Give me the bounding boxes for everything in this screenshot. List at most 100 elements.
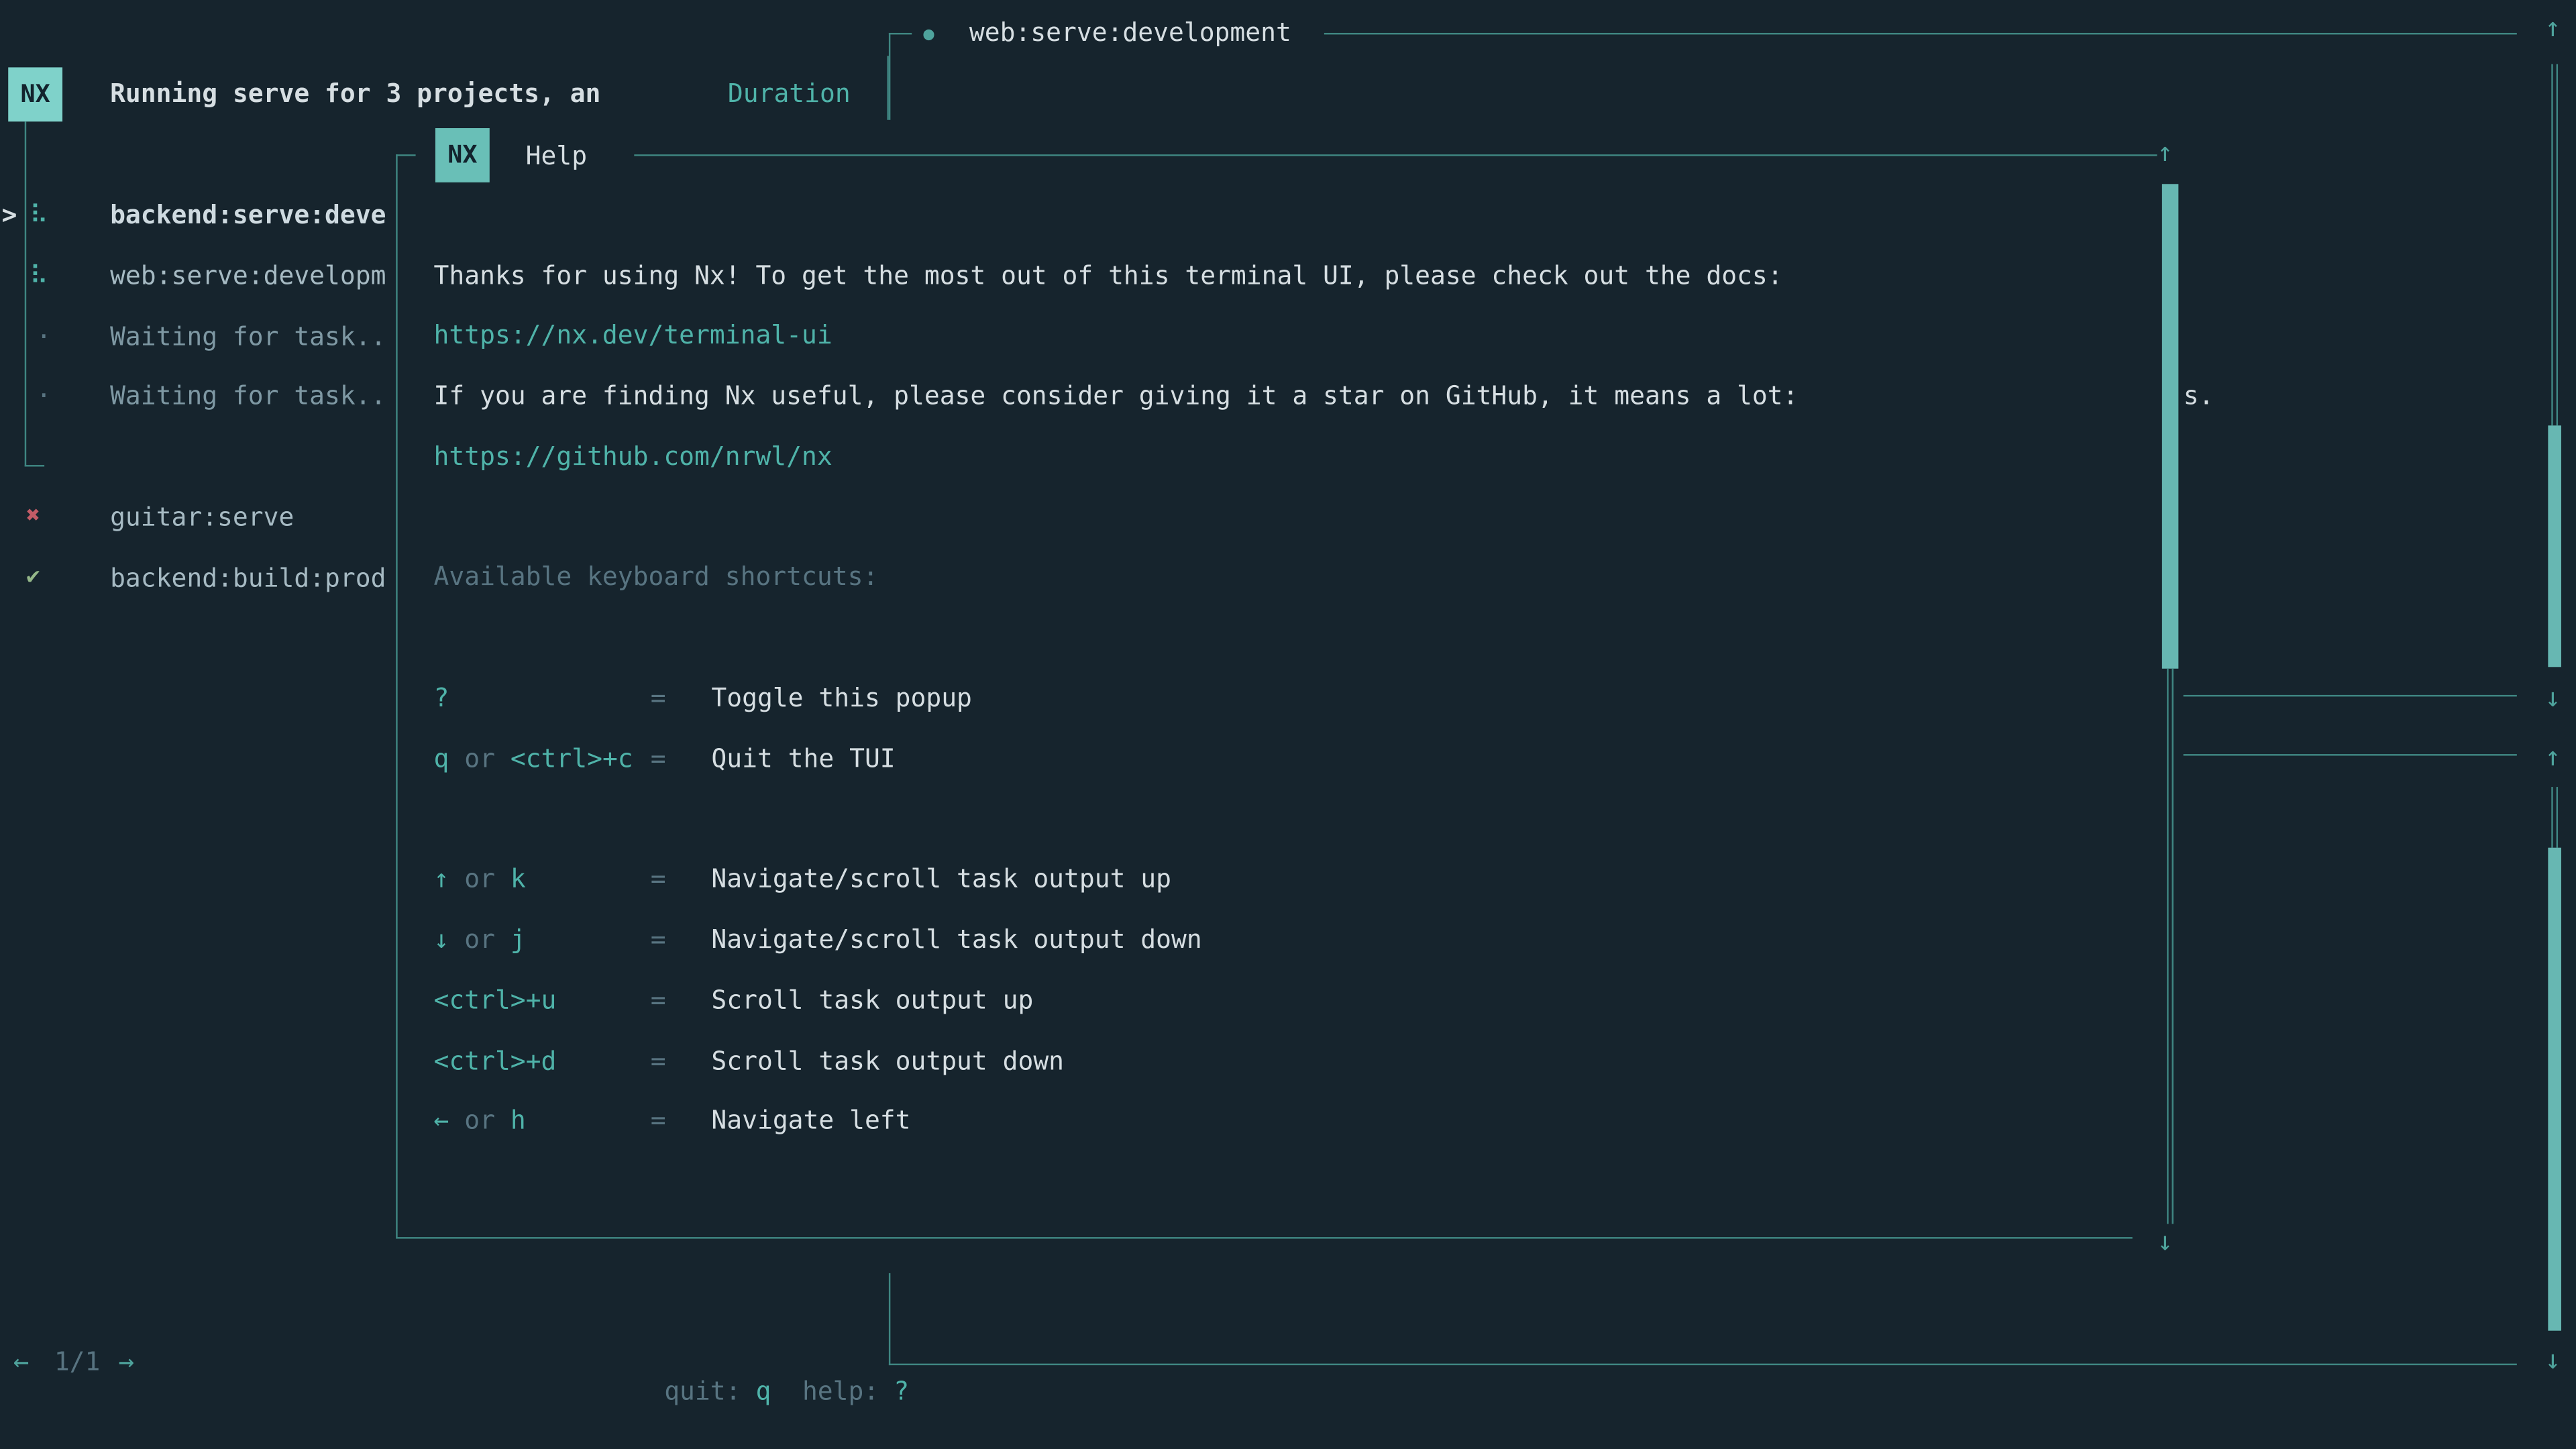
task-label: Waiting for task.. [110, 381, 386, 411]
shortcut-description: Scroll task output up [711, 985, 1033, 1015]
top-pane-scroll-up-icon[interactable]: ↑ [2544, 13, 2561, 43]
popup-scrollbar-thumb[interactable] [2162, 184, 2178, 668]
popup-nx-logo: NX [435, 128, 490, 182]
pane-title-stub [889, 33, 912, 34]
task-row[interactable]: ✖ guitar:serve [0, 502, 394, 532]
task-row[interactable]: ✔ backend:build:prod [0, 564, 394, 593]
popup-scroll-up-icon[interactable]: ↑ [2157, 138, 2174, 168]
shortcut-key: ↑ [434, 864, 449, 894]
task-row[interactable]: · Waiting for task.. [0, 322, 394, 352]
task-label: guitar:serve [110, 502, 294, 532]
page-title: Running serve for 3 projects, an [110, 79, 600, 109]
top-pane-scroll-down-icon[interactable]: ↓ [2544, 684, 2561, 713]
pane-divider-lower [2184, 754, 2517, 755]
spinner-icon: ⠧ [30, 261, 48, 290]
task-group-border [25, 121, 26, 466]
pending-dot-icon: · [36, 322, 52, 352]
page-next-icon[interactable]: → [118, 1347, 134, 1377]
pane-divider-upper [2184, 695, 2517, 696]
duration-column-header: Duration [728, 79, 851, 109]
shortcut-description: Navigate/scroll task output down [711, 925, 1201, 955]
task-label: Waiting for task.. [110, 322, 386, 352]
equals-sign: = [651, 684, 666, 713]
equals-sign: = [651, 985, 666, 1015]
shortcut-description: Scroll task output down [711, 1046, 1064, 1076]
shortcuts-heading: Available keyboard shortcuts: [434, 562, 879, 592]
running-bullet-icon: ● [923, 19, 934, 49]
spinner-icon: ⠧ [30, 201, 48, 230]
shortcut-key: h [511, 1106, 526, 1135]
equals-sign: = [651, 744, 666, 773]
statusbar-hints: quit: q help:? [603, 1347, 909, 1436]
equals-sign: = [651, 1046, 666, 1076]
popup-intro-docs: Thanks for using Nx! To get the most out… [434, 261, 1783, 290]
help-key: ? [894, 1377, 909, 1406]
task-label: backend:serve:deve [110, 201, 386, 230]
task-group-border-corner [25, 465, 44, 466]
task-row[interactable]: ⠧ web:serve:developm [0, 261, 394, 290]
shortcut-description: Quit the TUI [711, 744, 895, 773]
popup-scroll-down-icon[interactable]: ↓ [2157, 1227, 2174, 1256]
bottom-pane-scroll-down-icon[interactable]: ↓ [2544, 1346, 2561, 1375]
bottom-pane-scroll-up-icon[interactable]: ↑ [2544, 743, 2561, 772]
popup-top-stub [396, 154, 415, 156]
shortcut-row: <ctrl>+d = Scroll task output down [434, 1046, 1781, 1076]
popup-left-border [396, 154, 397, 1238]
pane-left-border-top [889, 33, 890, 120]
shortcut-key: ? [434, 684, 449, 713]
shortcut-key: <ctrl>+c [511, 744, 633, 773]
shortcut-key: ↓ [434, 925, 449, 955]
clipped-output-text: s. [2184, 381, 2214, 411]
quit-hint-label: quit: [664, 1377, 741, 1406]
popup-scrollbar-track[interactable] [2167, 669, 2174, 1224]
shortcut-row: ↑ or k = Navigate/scroll task output up [434, 864, 1781, 894]
shortcut-description: Navigate left [711, 1106, 910, 1135]
docs-link[interactable]: https://nx.dev/terminal-ui [434, 321, 833, 350]
or-separator: or [449, 744, 510, 773]
shortcut-description: Toggle this popup [711, 684, 972, 713]
task-label: backend:build:prod [110, 564, 386, 593]
github-link[interactable]: https://github.com/nrwl/nx [434, 442, 833, 472]
popup-bottom-border [396, 1237, 2133, 1238]
page-prev-icon[interactable]: ← [13, 1347, 30, 1377]
task-label: web:serve:developm [110, 261, 386, 290]
bottom-pane-scrollbar-thumb[interactable] [2548, 848, 2561, 1331]
or-separator: or [449, 1106, 510, 1135]
equals-sign: = [651, 1106, 666, 1135]
bottom-pane-scrollbar-track[interactable] [2551, 787, 2558, 848]
shortcut-row: ← or h = Navigate left [434, 1106, 1781, 1135]
pane-title: web:serve:development [969, 18, 1291, 48]
shortcut-key: j [511, 925, 526, 955]
page-indicator: 1/1 [54, 1347, 101, 1377]
task-row[interactable]: ⠧ backend:serve:deve [0, 201, 394, 230]
pending-dot-icon: · [36, 381, 52, 411]
pane-title-line [1324, 33, 2517, 34]
success-check-icon: ✔ [26, 564, 40, 590]
popup-intro-star: If you are finding Nx useful, please con… [434, 381, 1799, 411]
shortcut-key: <ctrl>+u [434, 985, 557, 1015]
popup-title: Help [526, 142, 587, 171]
equals-sign: = [651, 925, 666, 955]
nx-logo: NX [8, 67, 62, 121]
shortcut-row: q or <ctrl>+c = Quit the TUI [434, 744, 1781, 773]
pane-bottom-border [889, 1364, 2517, 1365]
quit-key: q [756, 1377, 771, 1406]
shortcut-key: ← [434, 1106, 449, 1135]
help-hint-label: help: [802, 1377, 879, 1406]
or-separator: or [449, 925, 510, 955]
equals-sign: = [651, 864, 666, 894]
top-pane-scrollbar-track[interactable] [2551, 64, 2558, 426]
shortcut-row: ? = Toggle this popup [434, 684, 1781, 713]
shortcut-key: q [434, 744, 449, 773]
shortcut-key: k [511, 864, 526, 894]
failed-cross-icon: ✖ [26, 502, 40, 529]
or-separator: or [449, 864, 510, 894]
top-pane-scrollbar-thumb[interactable] [2548, 425, 2561, 667]
task-row[interactable]: · Waiting for task.. [0, 381, 394, 411]
shortcut-description: Navigate/scroll task output up [711, 864, 1171, 894]
shortcut-row: ↓ or j = Navigate/scroll task output dow… [434, 925, 1781, 955]
shortcut-key: <ctrl>+d [434, 1046, 557, 1076]
shortcut-row: <ctrl>+u = Scroll task output up [434, 985, 1781, 1015]
nx-terminal-ui: NX Running serve for 3 projects, an Dura… [0, 0, 2576, 1449]
popup-top-border [634, 154, 2157, 156]
